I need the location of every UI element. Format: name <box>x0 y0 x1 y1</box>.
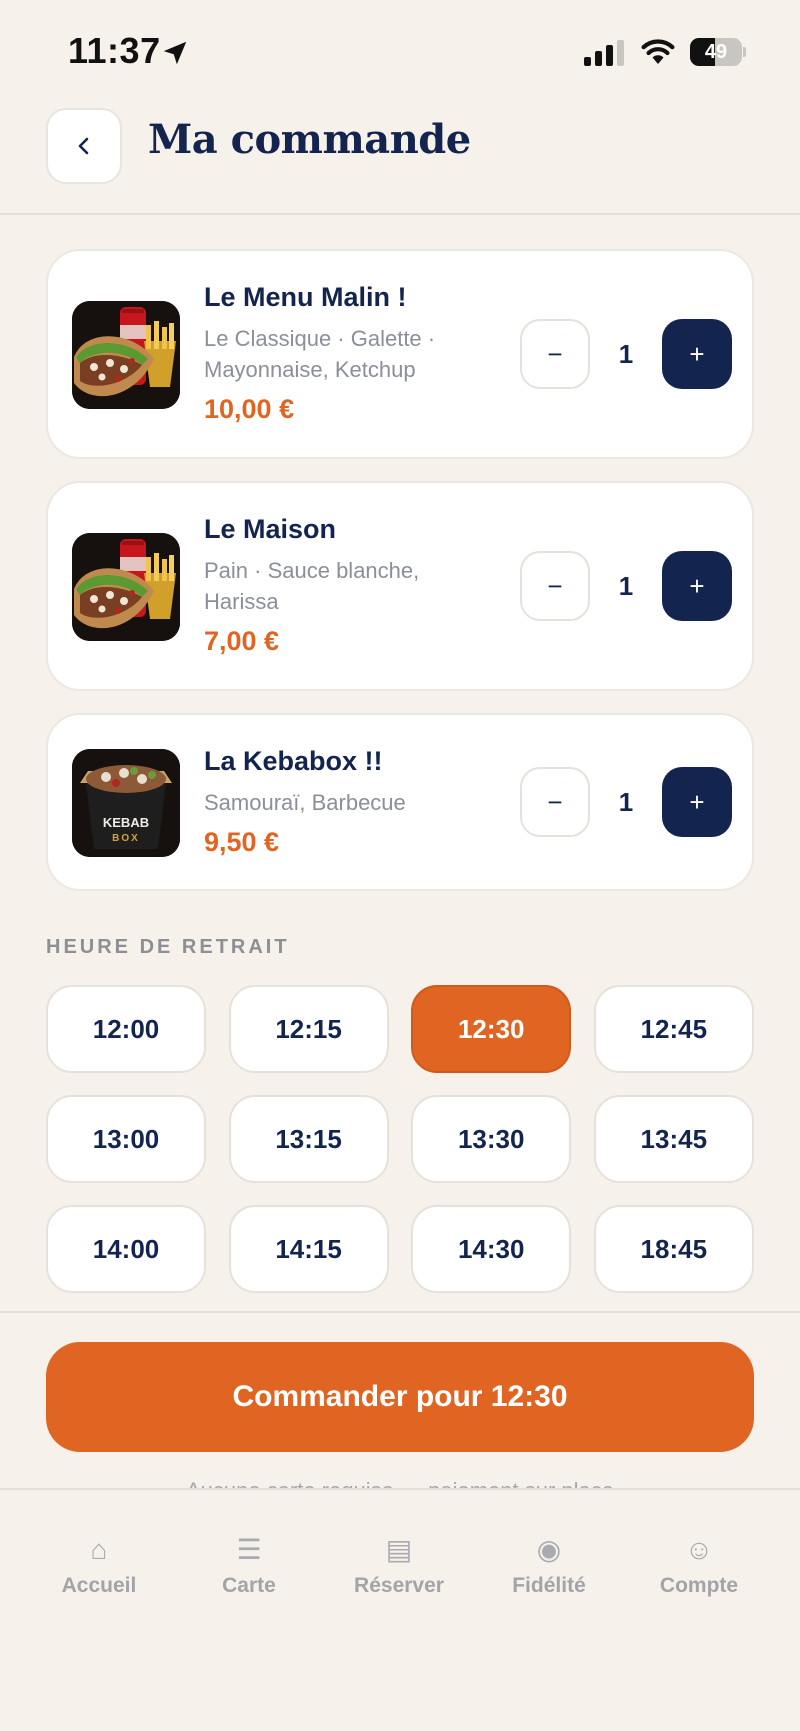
wifi-icon <box>641 39 675 64</box>
time-slot[interactable]: 14:00 <box>46 1205 206 1293</box>
decrease-quantity-button[interactable]: − <box>520 551 590 621</box>
increase-quantity-button[interactable]: + <box>662 767 732 837</box>
time-slot[interactable]: 13:30 <box>411 1095 572 1183</box>
box-label-line-2: BOX <box>112 833 140 844</box>
tab-bar: ⌂ Accueil ☰ Carte ▤ Réserver ◉ Fidélité … <box>0 1488 800 1731</box>
box-label-line-1: KEBAB <box>103 815 149 830</box>
status-time: 11:37 <box>68 30 161 71</box>
battery-level: 49 <box>704 41 728 63</box>
tab-accueil[interactable]: ⌂ Accueil <box>24 1530 174 1620</box>
tab-reserver[interactable]: ▤ Réserver <box>324 1530 474 1620</box>
decrease-quantity-button[interactable]: − <box>520 767 590 837</box>
item-description: Pain · Sauce blanche, Harissa <box>204 558 420 614</box>
plus-icon: + <box>689 338 705 369</box>
plus-icon: + <box>689 570 705 601</box>
item-description: Samouraï, Barbecue <box>204 790 406 815</box>
time-slot[interactable]: 12:30 <box>411 985 572 1073</box>
time-slot[interactable]: 12:00 <box>46 985 206 1073</box>
quantity-value: 1 <box>618 571 634 601</box>
quantity-value: 1 <box>618 339 634 369</box>
place-order-button[interactable]: Commander pour 12:30 <box>46 1342 754 1452</box>
item-description: Le Classique · Galette · Mayonnaise, Ket… <box>204 326 436 382</box>
item-info: Le Maison Pain · Sauce blanche, Harissa … <box>204 511 494 659</box>
time-slot[interactable]: 12:15 <box>228 985 389 1073</box>
item-info: Le Menu Malin ! Le Classique · Galette ·… <box>204 279 494 427</box>
tab-label: Accueil <box>61 1574 137 1597</box>
item-image-le-maison <box>72 533 180 641</box>
item-image-menu-malin <box>72 301 180 409</box>
item-info: La Kebabox !! Samouraï, Barbecue 9,50 € <box>204 743 494 860</box>
home-icon: ⌂ <box>90 1534 108 1565</box>
decrease-quantity-button[interactable]: − <box>520 319 590 389</box>
pickup-time-grid: 12:00 12:15 12:30 12:45 13:00 13:15 13:3… <box>46 985 754 1293</box>
order-item-card: Le Maison Pain · Sauce blanche, Harissa … <box>46 481 754 691</box>
item-price: 9,50 € <box>204 827 280 857</box>
time-slot[interactable]: 18:45 <box>593 1205 754 1293</box>
quantity-stepper: − 1 + <box>520 551 732 623</box>
minus-icon: − <box>547 570 563 601</box>
tab-label: Compte <box>659 1574 739 1597</box>
tab-label: Réserver <box>354 1574 444 1597</box>
tab-carte[interactable]: ☰ Carte <box>174 1530 324 1620</box>
order-item-card: Le Menu Malin ! Le Classique · Galette ·… <box>46 249 754 459</box>
increase-quantity-button[interactable]: + <box>662 551 732 621</box>
plus-icon: + <box>689 786 705 817</box>
item-name: Le Menu Malin ! <box>204 282 407 312</box>
quantity-stepper: − 1 + <box>520 767 732 839</box>
time-slot[interactable]: 14:30 <box>411 1205 572 1293</box>
menu-icon: ☰ <box>236 1534 262 1565</box>
back-button[interactable] <box>46 108 122 184</box>
item-price: 10,00 € <box>204 394 295 424</box>
account-icon: ☺ <box>684 1534 714 1565</box>
pickup-time-label: HEURE DE RETRAIT <box>46 936 290 958</box>
item-name: La Kebabox !! <box>204 746 383 776</box>
time-slot[interactable]: 13:15 <box>228 1095 389 1183</box>
order-item-card: KEBAB BOX La Kebabox !! Samouraï, Barbec… <box>46 713 754 891</box>
header: Ma commande <box>0 100 800 214</box>
tab-compte[interactable]: ☺ Compte <box>624 1530 774 1620</box>
time-slot[interactable]: 13:00 <box>46 1095 206 1183</box>
quantity-stepper: − 1 + <box>520 319 732 391</box>
item-name: Le Maison <box>204 514 337 544</box>
item-image-kebabox: KEBAB BOX <box>72 749 180 857</box>
time-slot[interactable]: 12:45 <box>593 985 754 1073</box>
battery-icon: 49 <box>690 38 746 66</box>
time-slot[interactable]: 14:15 <box>228 1205 389 1293</box>
cellular-signal-icon <box>584 40 624 66</box>
tab-fidelite[interactable]: ◉ Fidélité <box>474 1530 624 1620</box>
item-price: 7,00 € <box>204 626 280 656</box>
chevron-left-icon <box>78 137 89 155</box>
tab-label: Carte <box>222 1574 276 1597</box>
checkout-divider <box>0 1311 800 1313</box>
calendar-icon: ▤ <box>385 1534 413 1565</box>
time-slot[interactable]: 13:45 <box>593 1095 754 1183</box>
location-arrow-icon <box>163 41 187 65</box>
minus-icon: − <box>547 786 563 817</box>
increase-quantity-button[interactable]: + <box>662 319 732 389</box>
loyalty-icon: ◉ <box>536 1534 562 1565</box>
page-title: Ma commande <box>148 116 471 163</box>
order-list: Le Menu Malin ! Le Classique · Galette ·… <box>46 249 754 913</box>
tab-label: Fidélité <box>512 1574 586 1597</box>
minus-icon: − <box>547 338 563 369</box>
payment-note: Aucune carte requise — paiement sur plac… <box>0 1474 800 1488</box>
header-divider <box>0 213 800 215</box>
quantity-value: 1 <box>618 787 634 817</box>
status-bar: 11:37 49 <box>0 0 800 100</box>
